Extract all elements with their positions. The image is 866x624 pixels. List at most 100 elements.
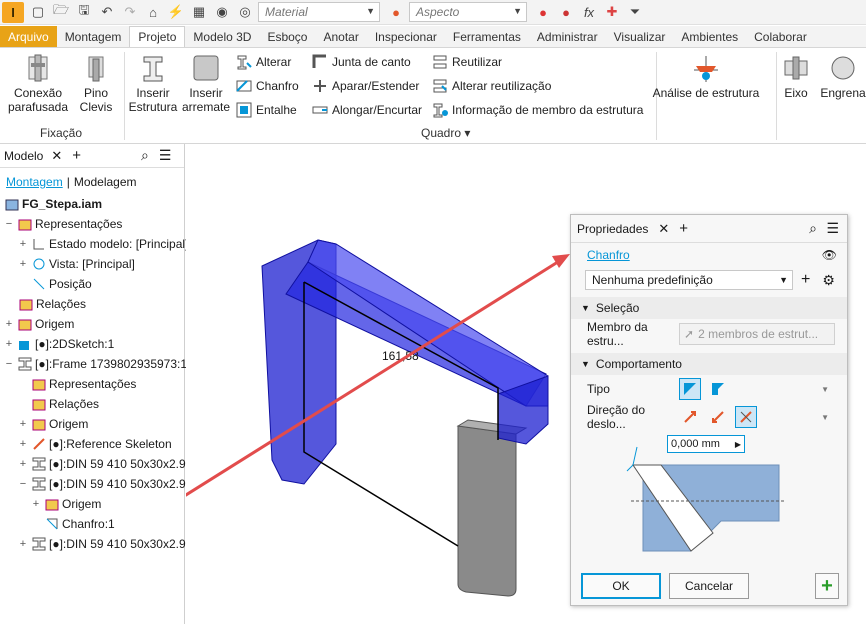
render-icon[interactable]: ◎: [235, 3, 255, 21]
insert-end-cap-button[interactable]: Inserir arremate: [180, 52, 232, 114]
clear-appearance-icon[interactable]: ●: [556, 3, 576, 21]
bolted-connection-button[interactable]: Conexão parafusada: [4, 52, 72, 114]
offset-input[interactable]: 0,000 mm ▶: [667, 435, 745, 453]
tree-item-chanfro[interactable]: Chanfro:1: [44, 514, 115, 534]
section-selecao[interactable]: ▼ Seleção: [571, 297, 847, 319]
tab-ambientes[interactable]: Ambientes: [673, 26, 746, 47]
app-logo[interactable]: I: [2, 1, 24, 23]
tree-item[interactable]: + Origem: [4, 314, 75, 334]
browser-title[interactable]: Modelo: [4, 149, 43, 163]
undo-icon[interactable]: ↶: [97, 3, 117, 21]
tree-item[interactable]: + Origem: [31, 494, 102, 514]
search-icon[interactable]: ⌕: [809, 220, 817, 237]
reuse-button[interactable]: Reutilizar: [432, 53, 502, 71]
change-reuse-button[interactable]: Alterar reutilização: [432, 77, 551, 95]
tab-visualizar[interactable]: Visualizar: [606, 26, 674, 47]
appearance-icon[interactable]: ◉: [212, 3, 232, 21]
add-tab-icon[interactable]: +: [679, 220, 688, 237]
tab-colaborar[interactable]: Colaborar: [746, 26, 815, 47]
subtab-modelagem[interactable]: Modelagem: [74, 175, 137, 189]
tab-modelo-3d[interactable]: Modelo 3D: [185, 26, 259, 47]
material-select[interactable]: Material ▼: [258, 2, 380, 22]
tree-item[interactable]: + [●]:2DSketch:1: [4, 334, 115, 354]
tab-administrar[interactable]: Administrar: [529, 26, 606, 47]
tab-ferramentas[interactable]: Ferramentas: [445, 26, 529, 47]
tab-anotar[interactable]: Anotar: [315, 26, 366, 47]
tree-item[interactable]: Relações: [31, 394, 99, 414]
tab-arquivo[interactable]: Arquivo: [0, 26, 57, 47]
tree-item[interactable]: + [●]:DIN 59 410 50x30x2.9: [18, 454, 186, 474]
fx-icon[interactable]: fx: [579, 3, 599, 21]
preset-select[interactable]: Nenhuma predefinição ▼: [585, 270, 793, 290]
settings-gear-icon[interactable]: ⚙: [822, 272, 835, 289]
change-button[interactable]: Alterar: [236, 53, 291, 71]
customize-icon[interactable]: ⏷: [625, 3, 645, 21]
tree-item[interactable]: − [●]:Frame 1739802935973:1: [4, 354, 187, 374]
gear-button[interactable]: Engrena: [820, 52, 866, 100]
tree-item[interactable]: + [●]:Reference Skeleton: [18, 434, 172, 454]
miter-icon: [236, 78, 252, 94]
search-icon[interactable]: ⌕: [141, 147, 149, 164]
direction-1-button[interactable]: [679, 406, 701, 428]
close-icon[interactable]: ✕: [51, 148, 62, 164]
direction-2-button[interactable]: [707, 406, 729, 428]
subtab-montagem[interactable]: Montagem: [6, 175, 63, 189]
add-preset-icon[interactable]: +: [801, 271, 810, 289]
tab-esboco[interactable]: Esboço: [259, 26, 315, 47]
tab-projeto[interactable]: Projeto: [129, 26, 186, 47]
close-icon[interactable]: ✕: [658, 221, 669, 237]
trim-extend-button[interactable]: Aparar/Estender: [312, 77, 419, 95]
open-folder-icon[interactable]: 🗁: [51, 2, 71, 21]
notch-button[interactable]: Entalhe: [236, 101, 297, 119]
menu-icon[interactable]: ☰: [159, 147, 172, 164]
tab-inspecionar[interactable]: Inspecionar: [367, 26, 445, 47]
corner-joint-icon: [312, 54, 328, 70]
tree-item[interactable]: + Origem: [18, 414, 89, 434]
corner-joint-button[interactable]: Junta de canto: [312, 53, 411, 71]
tree-item[interactable]: Representações: [31, 374, 136, 394]
adjust-icon[interactable]: ●: [533, 3, 553, 21]
chevron-down-icon[interactable]: ▼: [821, 413, 829, 422]
panel-title[interactable]: Propriedades: [577, 222, 648, 236]
reuse-icon: [432, 54, 448, 70]
clevis-pin-button[interactable]: Pino Clevis: [74, 52, 118, 114]
tree-item[interactable]: + Vista: [Principal]: [18, 254, 135, 274]
tree-item[interactable]: − [●]:DIN 59 410 50x30x2.9: [18, 474, 186, 494]
chevron-right-icon: ▶: [734, 439, 741, 449]
plus-icon[interactable]: ✚: [602, 3, 622, 21]
miter-button[interactable]: Chanfro: [236, 77, 299, 95]
menu-icon[interactable]: ☰: [826, 220, 839, 237]
chevron-down-icon[interactable]: ▼: [821, 385, 829, 394]
cancel-button[interactable]: Cancelar: [669, 573, 749, 599]
save-icon[interactable]: 🖫: [74, 2, 94, 21]
tree-root[interactable]: FG_Stepa.iam: [4, 194, 102, 214]
tree-item[interactable]: + [●]:DIN 59 410 50x30x2.9: [18, 534, 186, 554]
type-full-miter-button[interactable]: [679, 378, 701, 400]
redo-icon[interactable]: ↷: [120, 3, 140, 21]
type-half-miter-button[interactable]: [707, 378, 729, 400]
frame-analysis-button[interactable]: Análise de estrutura: [636, 52, 776, 100]
select-icon[interactable]: ▦: [189, 3, 209, 21]
tree-item[interactable]: Relações: [18, 294, 86, 314]
appearance-select[interactable]: Aspecto ▼: [409, 2, 527, 22]
lengthen-shorten-button[interactable]: Alongar/Encurtar: [312, 101, 422, 119]
section-comportamento[interactable]: ▼ Comportamento: [571, 353, 847, 375]
home-icon[interactable]: ⌂: [143, 3, 163, 21]
shaft-button[interactable]: Eixo: [776, 52, 816, 100]
visibility-icon[interactable]: 👁: [822, 248, 837, 262]
add-tab-icon[interactable]: +: [72, 147, 81, 164]
ok-button[interactable]: OK: [581, 573, 661, 599]
tree-item[interactable]: + Estado modelo: [Principal]: [18, 234, 189, 254]
update-icon[interactable]: ⚡: [166, 3, 186, 21]
tree-item[interactable]: Posição: [31, 274, 92, 294]
tree-item[interactable]: − Representações: [4, 214, 123, 234]
insert-frame-button[interactable]: Inserir Estrutura: [126, 52, 180, 114]
frame-member-info-button[interactable]: Informação de membro da estrutura: [432, 101, 643, 119]
member-selector[interactable]: ➚ 2 membros de estrut...: [679, 323, 835, 345]
feature-name[interactable]: Chanfro: [587, 248, 630, 262]
tab-montagem[interactable]: Montagem: [57, 26, 130, 47]
panel-label-quadro[interactable]: Quadro ▾: [421, 126, 470, 140]
direction-3-button[interactable]: [735, 406, 757, 428]
apply-plus-button[interactable]: +: [815, 573, 839, 599]
new-file-icon[interactable]: ▢: [28, 3, 48, 21]
